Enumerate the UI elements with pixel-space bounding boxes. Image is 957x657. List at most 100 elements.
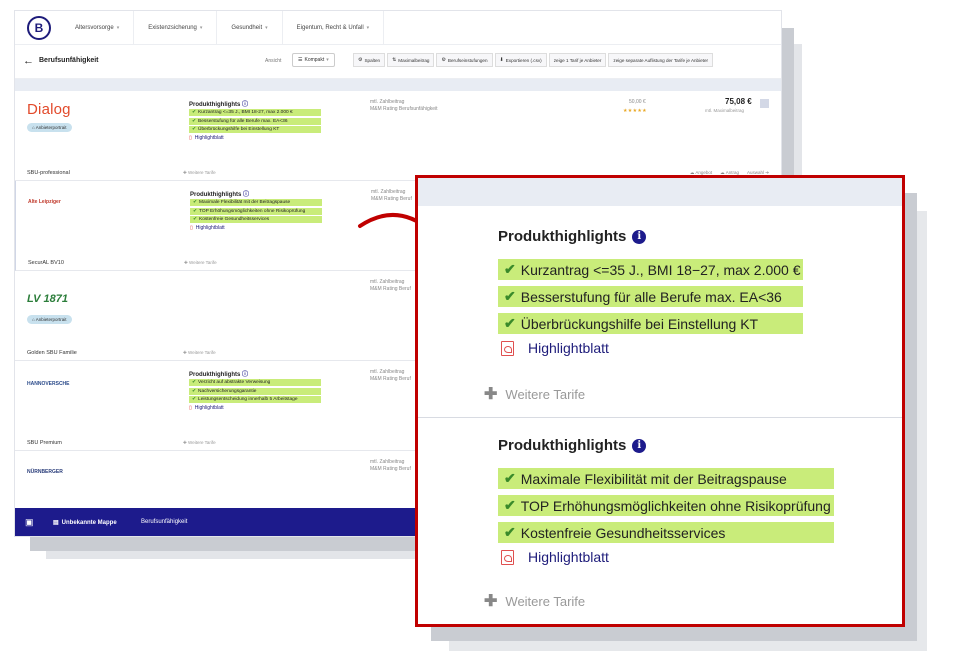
payment-info: mtl. Zahlbeitrag M&M Rating Beruf (370, 279, 411, 293)
highlight-text: Verzicht auf abstrakte Verweisung (198, 380, 271, 385)
button-label: zeige 1 Tarif je Anbieter (553, 57, 602, 63)
nav-item-altersvorsorge[interactable]: Altersvorsorge ▾ (61, 11, 135, 45)
highlightblatt-link[interactable]: Highlightblatt (498, 340, 803, 356)
tariff-name: Golden SBU Familie (27, 350, 77, 356)
one-tariff-per-insurer-button[interactable]: zeige 1 Tarif je Anbieter (548, 53, 607, 67)
info-icon[interactable]: ⓘ (242, 372, 248, 378)
button-label: Exportieren (.csv) (505, 57, 542, 63)
payment-label: mtl. Zahlbeitrag (370, 99, 405, 105)
button-label: Spalten (364, 57, 381, 63)
nav-item-label: Existenzsicherung (148, 25, 197, 31)
check-icon: ✔ (504, 470, 516, 486)
sort-icon: ⇅ (392, 57, 397, 63)
back-arrow-icon[interactable]: ← (23, 55, 34, 67)
nav-item-eigentum[interactable]: Eigentum, Recht & Unfall ▾ (283, 11, 385, 45)
check-icon: ✔ (192, 380, 197, 385)
highlight-item: ✔ Nachversicherungsgarantie (189, 387, 321, 395)
check-icon: ✔ (504, 524, 516, 540)
highlight-text: Kostenfreie Gesundheitsservices (520, 524, 726, 541)
plus-icon: ✚ (484, 386, 498, 403)
plus-icon: ✚ (484, 593, 498, 610)
pdf-icon (501, 340, 514, 356)
highlights-title-text: Produkthighlights (498, 437, 627, 454)
check-icon: ✔ (192, 127, 197, 132)
button-label: Maximalbeitrag (398, 57, 430, 63)
more-tariffs-link[interactable]: ✚ Weitere Tarife (183, 440, 216, 446)
view-mode-value: Kompakt (304, 57, 325, 63)
highlight-item: ✔ TOP Erhöhungsmöglichkeiten ohne Risikop… (498, 495, 834, 516)
highlights-section: Produkthighlights i ✔ Maximale Flexibilitä… (418, 419, 902, 624)
rating-label: M&M Rating Beruf (370, 466, 411, 472)
more-tariffs-link[interactable]: ✚ Weitere Tarife (183, 350, 216, 356)
highlight-item: ✔ Überbrückungshilfe bei Einstellung KT (498, 313, 803, 334)
nav-item-existenzsicherung[interactable]: Existenzsicherung ▾ (134, 11, 218, 45)
highlight-text: Maximale Flexibilität mit der Beitragspa… (199, 200, 291, 205)
toolbar: ⚙ Spalten ⇅ Maximalbeitrag ⚙ Berufseinstufu… (353, 53, 714, 67)
export-csv-button[interactable]: ⬇ Exportieren (.csv) (494, 53, 547, 67)
insurer-portrait-link[interactable]: ⌂ Anbieterportrait (27, 315, 72, 324)
more-tariffs-link[interactable]: ✚ Weitere Tarife (484, 591, 585, 611)
highlights-list: ✔ Maximale Flexibilität mit der Beitragsp… (498, 468, 834, 565)
folder-label: Unbekannte Mappe (61, 520, 117, 526)
briefcase-icon[interactable]: ▣ (25, 517, 34, 528)
max-contribution-button[interactable]: ⇅ Maximalbeitrag (387, 53, 435, 67)
payment-amount: 50,00 € (629, 99, 646, 105)
more-tariffs-link[interactable]: ✚ Weitere Tarife (183, 170, 216, 176)
highlight-item: ✔ Verzicht auf abstrakte Verweisung (189, 379, 321, 386)
info-icon[interactable]: ⓘ (242, 102, 248, 108)
tariff-name: SecurAL BV10 (28, 260, 64, 266)
rating-label: M&M Rating Beruf (370, 376, 411, 382)
highlights-title: Produkthighlights ⓘ (190, 189, 249, 198)
page-title: Berufsunfähigkeit (39, 57, 99, 64)
insurer-logo: Dialog (27, 101, 71, 118)
pdf-icon (501, 549, 514, 565)
highlights-title: Produkthighlights ⓘ (189, 99, 248, 108)
check-icon: ✔ (193, 217, 198, 222)
highlights-title-text: Produkthighlights (190, 192, 242, 198)
info-icon[interactable]: ⓘ (243, 192, 249, 198)
highlights-title: Produkthighlights i (498, 437, 647, 454)
highlightblatt-link[interactable]: ▯ Highlightblatt (190, 225, 322, 231)
highlight-item: ✔ Besserstufung für alle Berufe max. EA<3… (498, 286, 803, 307)
rating-label: M&M Rating Beruf (370, 286, 411, 292)
highlight-item: ✔ Kurzantrag <=35 J., BMI 18-27, max 2.00… (189, 109, 321, 116)
separate-listing-button[interactable]: zeige separate Auflistung der Tarife je … (608, 53, 714, 67)
max-contribution-label: mtl. Maximalbeitrag (705, 108, 745, 113)
top-navigation: B Altersvorsorge ▾ Existenzsicherung ▾ Ges… (15, 11, 781, 45)
more-tariffs-label: Weitere Tarife (188, 350, 216, 355)
tariff-name: SBU Premium (27, 440, 62, 446)
insurer-logo: Alte Leipziger (28, 199, 61, 205)
info-icon[interactable]: i (632, 438, 647, 453)
insurer-logo: NÜRNBERGER (27, 469, 63, 475)
highlights-list: ✔ Verzicht auf abstrakte Verweisung ✔ Nach… (189, 379, 321, 411)
highlight-text: Überbrückungshilfe bei Einstellung KT (198, 127, 280, 132)
highlightblatt-link[interactable]: ▯ Highlightblatt (189, 405, 321, 411)
select-checkbox[interactable] (760, 99, 769, 108)
columns-button[interactable]: ⚙ Spalten (353, 53, 386, 67)
chevron-down-icon: ▾ (326, 57, 329, 63)
pdf-icon: ▯ (189, 134, 192, 141)
brand-logo[interactable]: B (27, 16, 51, 40)
payment-label: mtl. Zahlbeitrag (370, 279, 405, 285)
info-icon[interactable]: i (632, 229, 647, 244)
highlights-title-text: Produkthighlights (189, 372, 241, 378)
chevron-down-icon: ▾ (366, 25, 370, 31)
payment-label: mtl. Zahlbeitrag (370, 369, 405, 375)
check-icon: ✔ (504, 315, 516, 331)
nav-item-gesundheit[interactable]: Gesundheit ▾ (217, 11, 283, 45)
view-mode-select[interactable]: ☰ Kompakt ▾ (292, 53, 335, 67)
highlights-title: Produkthighlights ⓘ (189, 369, 248, 378)
pdf-icon: ▯ (190, 224, 193, 231)
button-label: zeige separate Auflistung der Tarife je … (613, 57, 709, 63)
highlights-list: ✔ Kurzantrag <=35 J., BMI 18-27, max 2.00… (189, 109, 321, 141)
folder-button[interactable]: ▤ Unbekannte Mappe (53, 519, 117, 526)
more-tariffs-link[interactable]: ✚ Weitere Tarife (484, 384, 585, 404)
more-tariffs-link[interactable]: ✚ Weitere Tarife (184, 260, 217, 266)
rating-stars: ★★★★★ (623, 108, 647, 114)
check-icon: ✔ (504, 497, 516, 513)
highlightblatt-link[interactable]: ▯ Highlightblatt (189, 135, 321, 141)
insurer-portrait-link[interactable]: ⌂ Anbieterportrait (27, 123, 72, 132)
highlightblatt-link[interactable]: Highlightblatt (498, 549, 834, 565)
check-icon: ✔ (192, 388, 197, 394)
job-classification-button[interactable]: ⚙ Berufseinstufungen (436, 53, 493, 67)
